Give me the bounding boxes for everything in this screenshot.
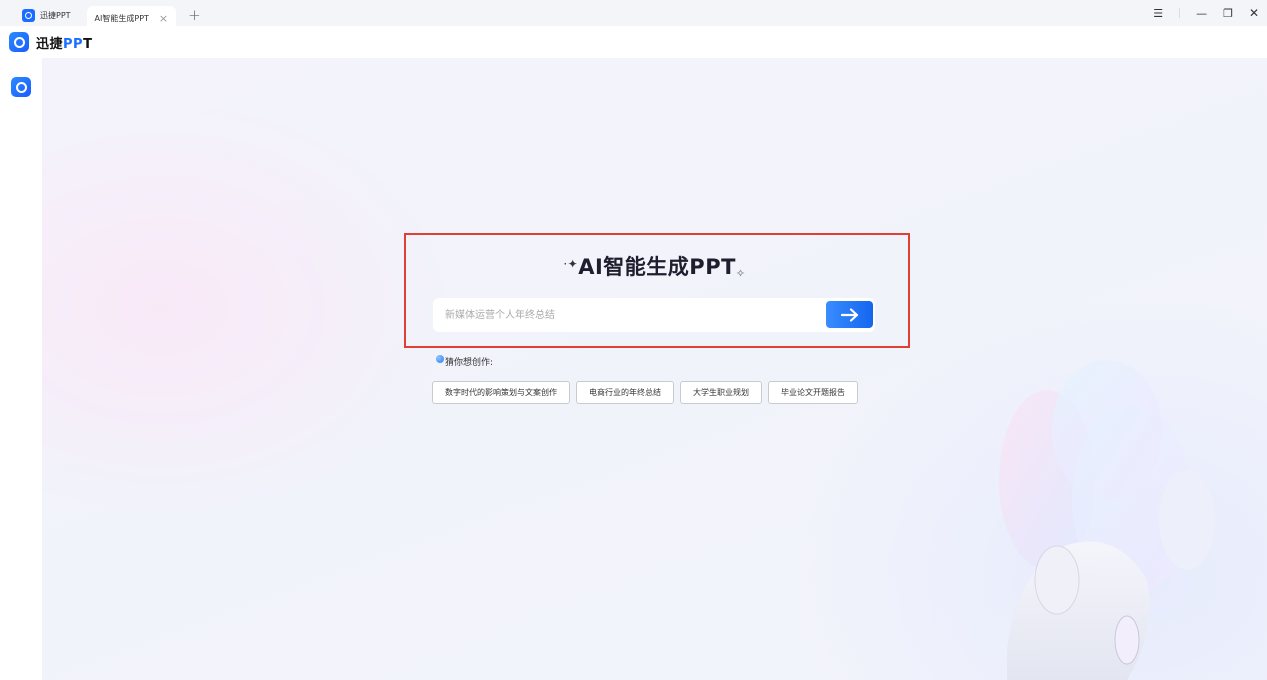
topic-input[interactable] [445,298,815,332]
sidebar-home-icon[interactable] [11,77,31,97]
brand-prefix: 迅捷 [36,36,64,52]
minimize-icon[interactable]: — [1196,7,1207,20]
restore-icon[interactable]: ❐ [1223,7,1233,20]
page-title: ·✦AI智能生成PPT✧ [42,251,1267,281]
sidebar [0,58,42,680]
sparkle-icon: ·✦ [563,257,579,271]
search-box [433,298,875,332]
decorative-3d-shapes [999,360,1215,680]
menu-icon[interactable]: ☰ [1153,7,1163,20]
close-tab-icon[interactable]: × [159,12,168,25]
brand-name: 迅捷PPT [36,33,92,52]
sparkle-icon: ✧ [735,267,746,280]
tab-label: AI智能生成PPT [94,13,149,23]
suggestion-chip[interactable]: 电商行业的年终总结 [576,381,674,404]
suggestion-chip[interactable]: 大学生职业规划 [680,381,762,404]
suggestion-chip[interactable]: 毕业论文开题报告 [768,381,858,404]
brand-logo-icon [9,32,29,52]
bubble-icon [436,355,444,363]
divider [1179,8,1181,18]
brand-ppt: PP [63,36,84,52]
app-header: 迅捷PPT [0,26,1267,58]
brand-suffix: T [83,36,93,52]
suggestion-chip[interactable]: 数字时代的影响策划与文案创作 [432,381,570,404]
suggestion-header: 猜你想创作: [436,355,493,368]
suggestion-list: 数字时代的影响策划与文案创作 电商行业的年终总结 大学生职业规划 毕业论文开题报… [432,381,858,404]
arrow-right-icon [840,307,858,322]
window-controls: ☰ — ❐ ✕ [1153,0,1259,26]
app-logo-icon [22,9,35,22]
main-content: ·✦AI智能生成PPT✧ 猜你想创作: 数字时代的影响策划与文案创作 电商行业的… [42,58,1267,680]
suggestion-label: 猜你想创作: [445,358,494,368]
close-icon[interactable]: ✕ [1249,6,1259,20]
page-title-text: AI智能生成PPT [578,255,736,279]
generate-button[interactable] [826,301,873,328]
tab-label: 迅捷PPT [40,10,71,20]
new-tab-button[interactable]: + [188,6,201,24]
